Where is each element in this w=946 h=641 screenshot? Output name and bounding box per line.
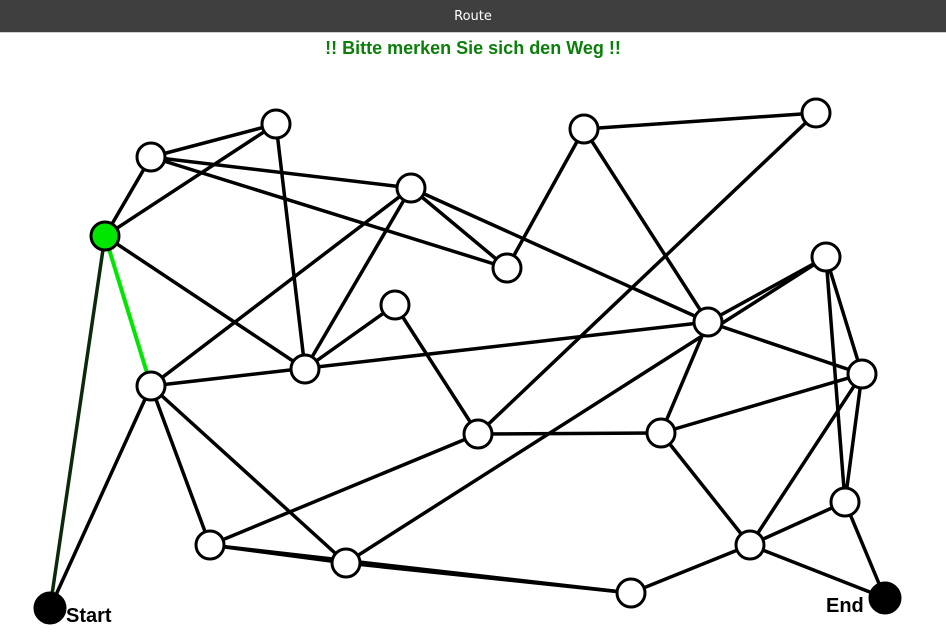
route-graph: Start End (33, 97, 902, 627)
graph-node[interactable] (462, 418, 494, 450)
graph-node[interactable] (829, 486, 861, 518)
current-node[interactable] (89, 220, 121, 252)
graph-node[interactable] (289, 353, 321, 385)
end-node[interactable] (868, 581, 902, 615)
graph-node[interactable] (645, 417, 677, 449)
graph-node[interactable] (135, 370, 167, 402)
graph-edge (104, 122, 277, 238)
graph-node[interactable] (260, 108, 292, 140)
graph-node[interactable] (615, 577, 647, 609)
graph-edge (393, 304, 480, 435)
graph-edge (409, 186, 509, 270)
graph-edge (149, 384, 348, 565)
start-label: Start (66, 605, 112, 627)
graph-node[interactable] (395, 172, 427, 204)
graph-node[interactable] (568, 113, 600, 145)
graph-edge (150, 122, 277, 159)
graph-edge (303, 187, 413, 370)
graph-edge (476, 111, 818, 436)
graph-edge (149, 186, 413, 388)
graph-nodes (33, 97, 902, 625)
graph-node[interactable] (846, 358, 878, 390)
graph-edge (659, 431, 752, 547)
graph-edge (274, 123, 307, 370)
start-node[interactable] (33, 591, 67, 625)
graph-node[interactable] (379, 289, 411, 321)
graph-edge (150, 320, 709, 388)
graph-edge (660, 372, 863, 435)
graph-node[interactable] (194, 529, 226, 561)
graph-edge (659, 321, 710, 434)
graph-edge (630, 543, 751, 595)
graph-edge (48, 235, 107, 609)
graph-node[interactable] (491, 252, 523, 284)
graph-edge (104, 234, 306, 371)
graph-edge (477, 431, 662, 436)
graph-node[interactable] (800, 97, 832, 129)
graph-node[interactable] (692, 306, 724, 338)
graph-node[interactable] (734, 529, 766, 561)
graph-edge (707, 320, 863, 376)
graph-edge (583, 111, 817, 131)
graph-edge (209, 432, 479, 547)
graph-node[interactable] (135, 141, 167, 173)
graph-node[interactable] (330, 547, 362, 579)
graph-node[interactable] (810, 241, 842, 273)
end-label: End (826, 595, 864, 617)
route-edge-highlighted (103, 235, 153, 387)
graph-edge (149, 385, 212, 546)
graph-edge (345, 255, 827, 565)
graph-edge (345, 561, 632, 595)
